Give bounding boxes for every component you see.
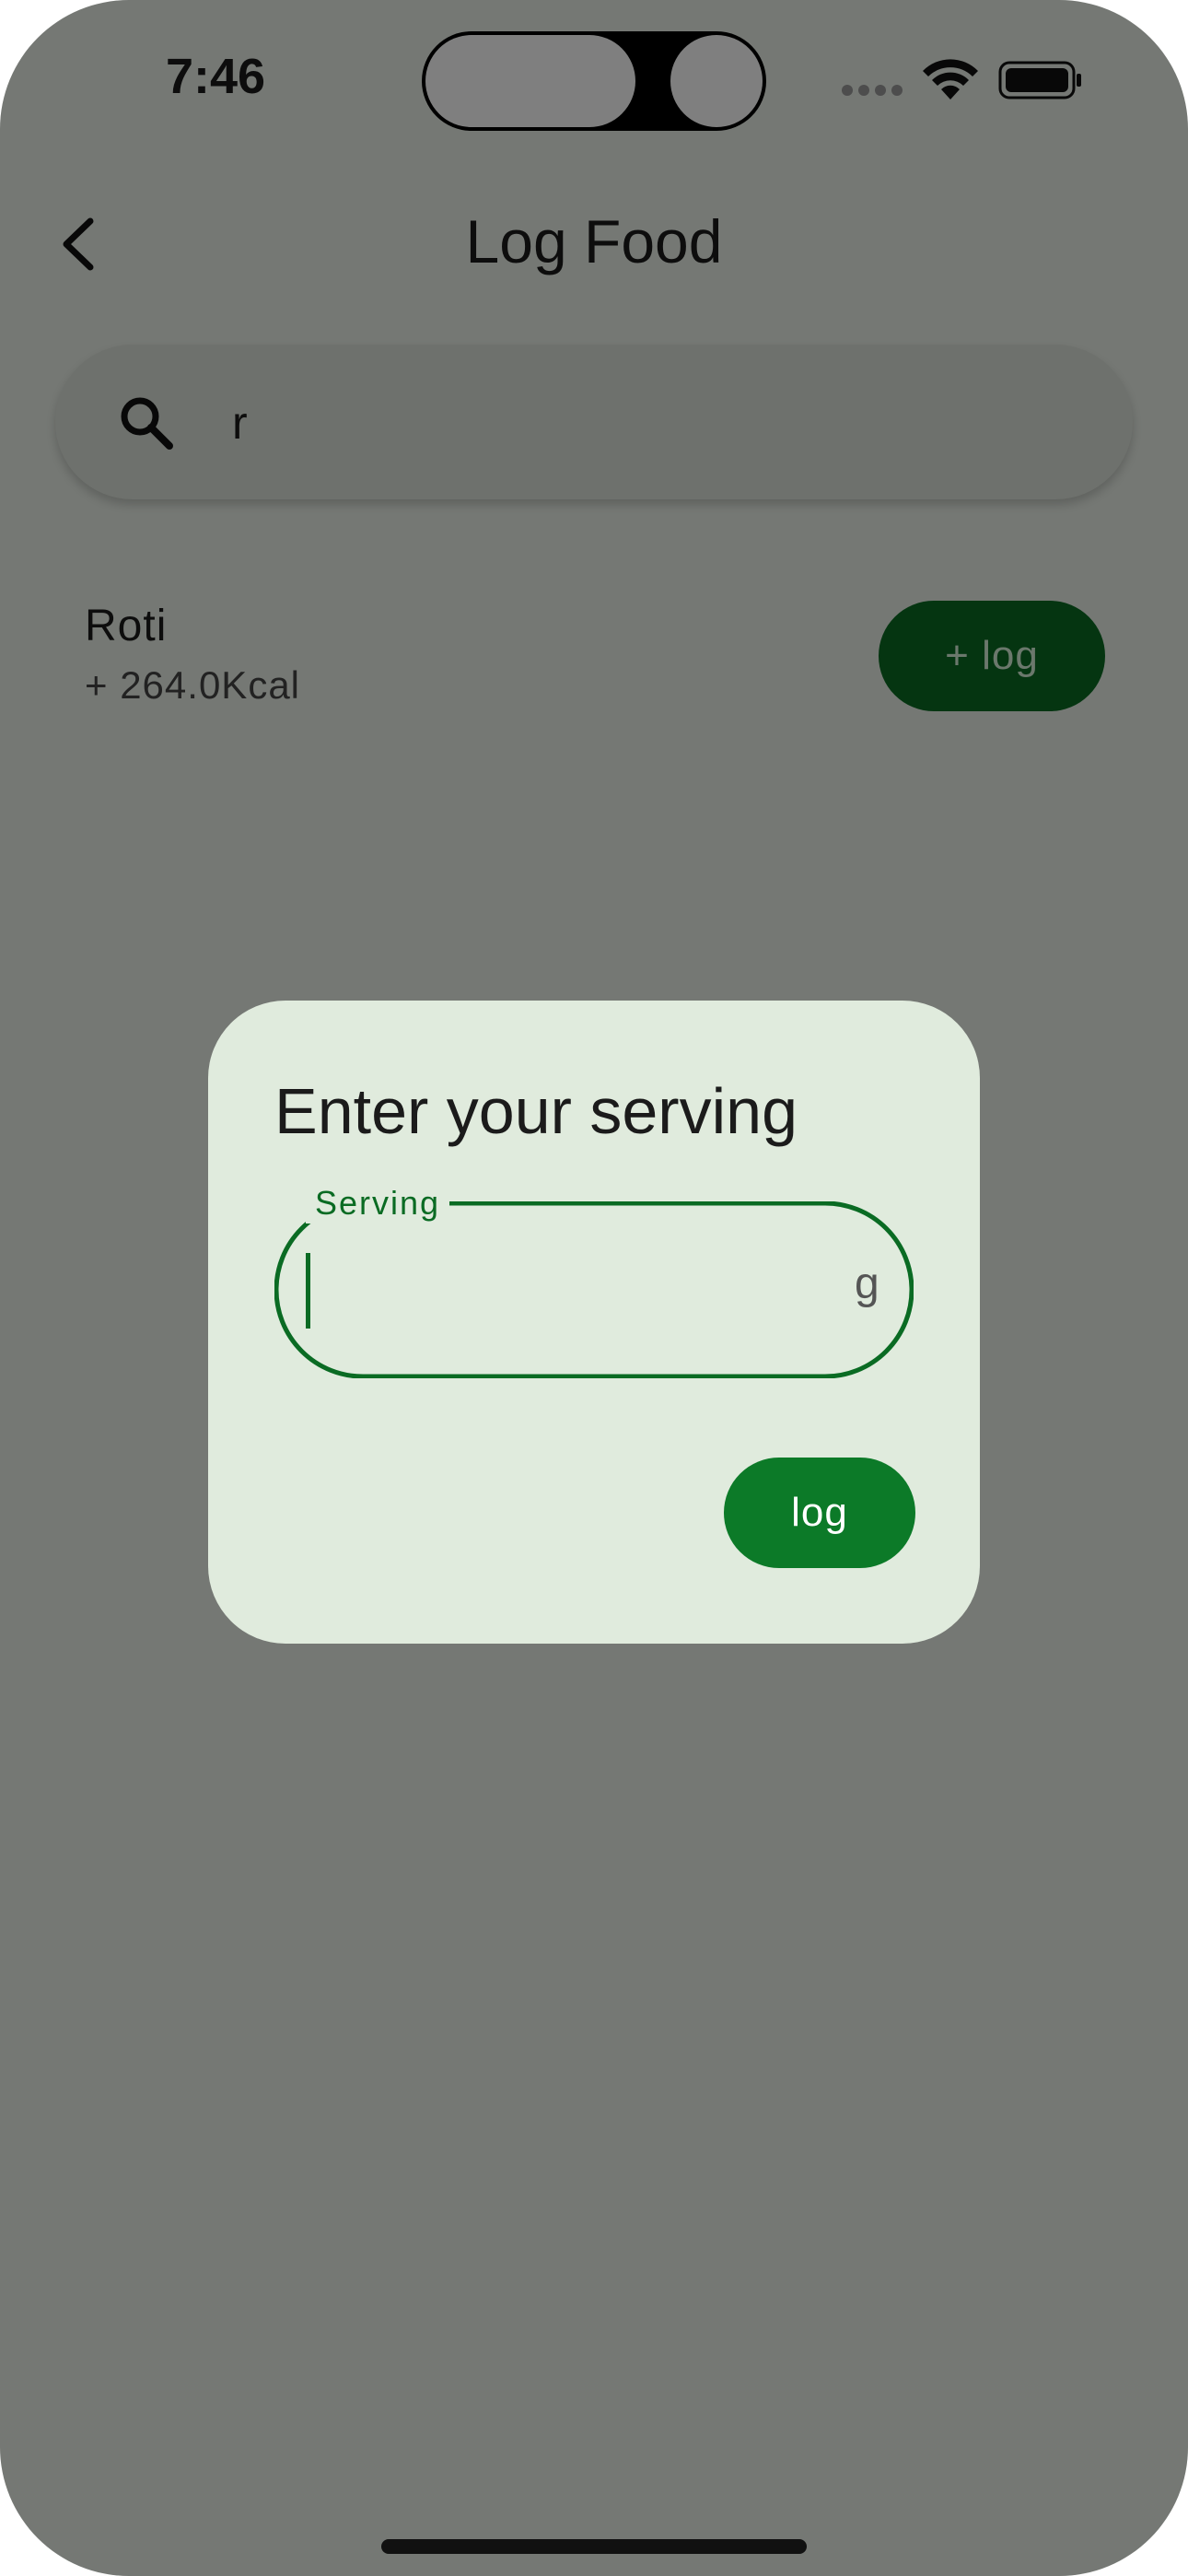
serving-input[interactable]: [320, 1247, 821, 1334]
serving-field[interactable]: Serving g: [274, 1183, 914, 1378]
serving-dialog: Enter your serving Serving g log: [208, 1001, 980, 1644]
unit-suffix: g: [855, 1259, 879, 1308]
home-indicator[interactable]: [381, 2539, 807, 2554]
serving-label: Serving: [306, 1183, 450, 1224]
dialog-title: Enter your serving: [274, 1075, 798, 1147]
text-caret: [306, 1253, 310, 1329]
phone-screen: 7:46 Log Food Roti: [0, 0, 1188, 2576]
log-button[interactable]: log: [724, 1458, 915, 1568]
